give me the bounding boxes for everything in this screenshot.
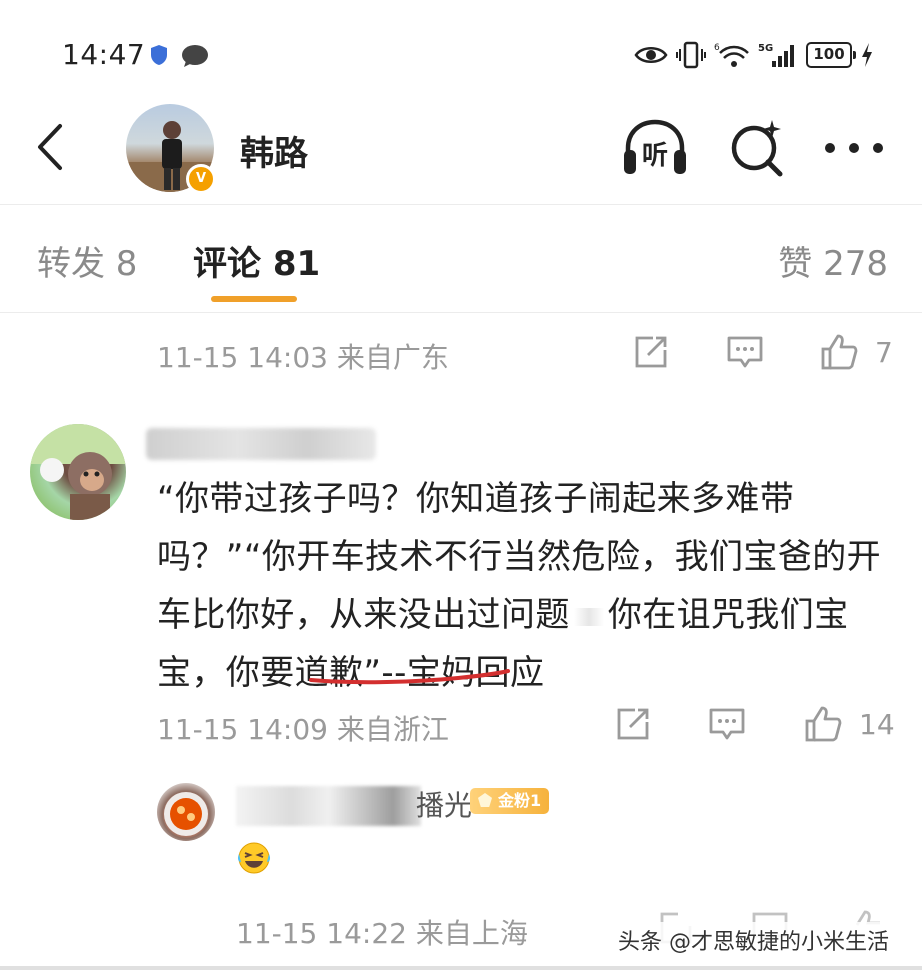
chat-bubble-icon [182,45,208,67]
commenter-name-redacted [146,428,376,460]
redaction-smudge [573,607,604,626]
comment-timestamp: 11-15 14:09 来自浙江 [157,713,449,746]
listen-label: 听 [642,141,668,171]
search-button[interactable] [728,118,786,178]
status-bar: 14:47 6 5G 100 [0,0,922,110]
tabs-divider [0,312,922,313]
listen-button[interactable]: 听 [622,118,688,178]
share-icon[interactable] [613,704,653,744]
more-icon [825,143,883,153]
like-count: 7 [875,336,893,369]
avatar-monkey-image [30,424,126,520]
reply-timestamp: 11-15 14:22 来自上海 [236,917,528,950]
page-title[interactable]: 韩路 [240,126,308,175]
header-divider [0,204,922,205]
reply-avatar[interactable] [157,783,215,841]
tab-likes[interactable]: 赞 278 [778,236,888,285]
laughing-emoji-icon [237,842,271,874]
status-icons: 6 5G 100 [634,38,874,72]
bottom-edge [0,966,922,970]
like-count: 14 [859,708,895,741]
watermark: 头条 @才思敏捷的小米生活 [614,922,893,958]
battery-icon: 100 [806,42,856,68]
comment-meta: 11-15 14:09 来自浙江 14 [157,704,897,750]
comment-icon[interactable] [707,704,747,744]
search-sparkle-icon [731,120,783,177]
thumbs-up-icon[interactable] [819,332,859,372]
commenter-avatar[interactable] [30,424,126,520]
header: V 韩路 听 [0,100,922,200]
reply-name-suffix: 播光 [416,789,473,822]
comment-icon[interactable] [725,332,765,372]
reply-name-redacted [236,786,421,826]
charging-icon [862,43,872,67]
tab-repost[interactable]: 转发 8 [37,236,137,285]
comment-text: “你带过孩子吗？你知道孩子闹起来多难带吗？”“你开车技术不行当然危险，我们宝爸的… [157,470,897,702]
avatar-food-image [164,792,208,836]
back-icon[interactable] [30,122,70,172]
more-button[interactable] [822,130,886,166]
tab-bar: 转发 8 评论 81 赞 278 [0,206,922,312]
thumbs-up-icon[interactable] [803,704,843,744]
status-time: 14:47 [62,38,146,71]
eye-icon [634,47,668,63]
tab-comments[interactable]: 评论 81 [193,236,320,285]
svg-text:5G: 5G [758,43,773,54]
share-icon[interactable] [631,332,671,372]
prev-comment-meta: 11-15 14:03 来自广东 7 [157,332,897,378]
verified-badge: V [186,164,216,194]
svg-text:6: 6 [714,43,720,53]
active-tab-indicator [211,296,297,302]
wifi-icon: 6 [714,43,749,67]
headphones-icon: 听 [624,119,686,174]
comment-timestamp: 11-15 14:03 来自广东 [157,341,449,374]
shield-icon [151,45,167,65]
handwritten-underline [309,669,510,685]
vibrate-icon [676,41,706,69]
fan-badge: 金粉1 [470,788,550,814]
signal-icon: 5G [758,43,794,67]
